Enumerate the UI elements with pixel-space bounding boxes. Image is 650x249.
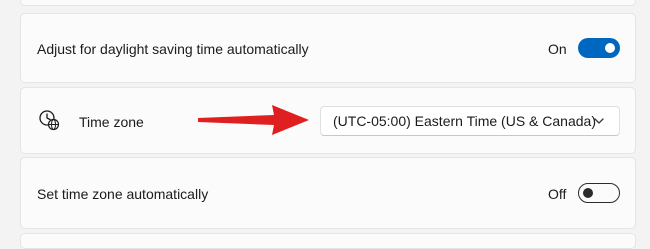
time-zone-selected-value: (UTC-05:00) Eastern Time (US & Canada)	[333, 113, 596, 129]
auto-time-zone-label: Set time zone automatically	[37, 186, 209, 202]
chevron-down-icon	[594, 118, 604, 124]
time-zone-label: Time zone	[79, 114, 144, 130]
settings-card-top	[20, 0, 636, 6]
auto-time-zone-state-label: Off	[548, 186, 567, 202]
daylight-saving-state-label: On	[548, 41, 567, 57]
time-zone-dropdown[interactable]: (UTC-05:00) Eastern Time (US & Canada)	[320, 106, 620, 136]
daylight-saving-toggle[interactable]	[578, 38, 620, 58]
settings-panel: Adjust for daylight saving time automati…	[0, 0, 650, 249]
red-arrow-annotation	[198, 105, 309, 135]
toggle-knob	[583, 187, 593, 198]
clock-globe-icon	[39, 110, 60, 131]
auto-time-zone-toggle[interactable]	[578, 183, 620, 203]
toggle-knob	[605, 43, 615, 53]
daylight-saving-label: Adjust for daylight saving time automati…	[37, 41, 309, 57]
settings-card-bottom	[20, 233, 636, 249]
